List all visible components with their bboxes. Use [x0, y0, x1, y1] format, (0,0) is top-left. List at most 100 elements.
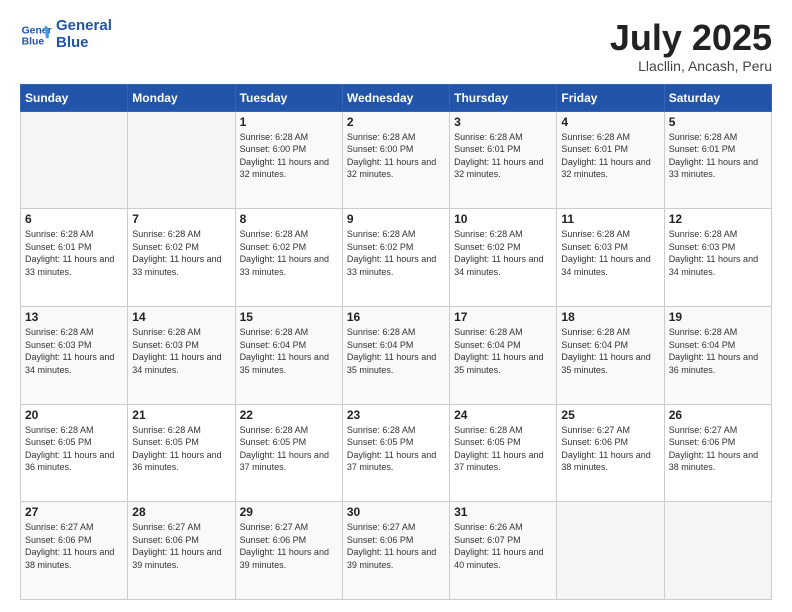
weekday-header-row: SundayMondayTuesdayWednesdayThursdayFrid…	[21, 84, 772, 111]
logo-blue: Blue	[56, 35, 112, 52]
day-number: 7	[132, 212, 230, 226]
day-detail: Sunrise: 6:28 AMSunset: 6:02 PMDaylight:…	[132, 228, 230, 278]
day-detail: Sunrise: 6:28 AMSunset: 6:03 PMDaylight:…	[25, 326, 123, 376]
day-number: 30	[347, 505, 445, 519]
month-title: July 2025	[610, 18, 772, 58]
logo-general: General	[56, 18, 112, 35]
day-number: 2	[347, 115, 445, 129]
day-detail: Sunrise: 6:27 AMSunset: 6:06 PMDaylight:…	[25, 521, 123, 571]
calendar-cell: 23 Sunrise: 6:28 AMSunset: 6:05 PMDayligh…	[342, 404, 449, 502]
calendar-cell: 3Sunrise: 6:28 AMSunset: 6:01 PMDaylight…	[450, 111, 557, 209]
weekday-header-friday: Friday	[557, 84, 664, 111]
day-detail: Sunrise: 6:27 AMSunset: 6:06 PMDaylight:…	[347, 521, 445, 571]
weekday-header-monday: Monday	[128, 84, 235, 111]
day-number: 25	[561, 408, 659, 422]
day-number: 4	[561, 115, 659, 129]
day-number: 1	[240, 115, 338, 129]
calendar-cell	[664, 502, 771, 600]
day-number: 24	[454, 408, 552, 422]
calendar-cell: 24 Sunrise: 6:28 AMSunset: 6:05 PMDayligh…	[450, 404, 557, 502]
logo-icon: General Blue	[20, 19, 52, 51]
calendar-table: SundayMondayTuesdayWednesdayThursdayFrid…	[20, 84, 772, 600]
day-number: 10	[454, 212, 552, 226]
day-detail: Sunrise: 6:28 AMSunset: 6:05 PMDaylight:…	[454, 424, 552, 474]
week-row-1: 1Sunrise: 6:28 AMSunset: 6:00 PMDaylight…	[21, 111, 772, 209]
day-detail: Sunrise: 6:28 AMSunset: 6:01 PMDaylight:…	[454, 131, 552, 181]
week-row-3: 13 Sunrise: 6:28 AMSunset: 6:03 PMDayligh…	[21, 306, 772, 404]
day-detail: Sunrise: 6:28 AMSunset: 6:04 PMDaylight:…	[669, 326, 767, 376]
day-number: 13	[25, 310, 123, 324]
calendar-cell	[128, 111, 235, 209]
day-detail: Sunrise: 6:28 AMSunset: 6:02 PMDaylight:…	[454, 228, 552, 278]
location: Llacllin, Ancash, Peru	[610, 58, 772, 74]
logo: General Blue General Blue	[20, 18, 112, 51]
day-detail: Sunrise: 6:27 AMSunset: 6:06 PMDaylight:…	[669, 424, 767, 474]
day-number: 27	[25, 505, 123, 519]
calendar-cell	[21, 111, 128, 209]
calendar-cell: 31 Sunrise: 6:26 AMSunset: 6:07 PMDayligh…	[450, 502, 557, 600]
day-detail: Sunrise: 6:28 AMSunset: 6:03 PMDaylight:…	[561, 228, 659, 278]
calendar-cell: 14Sunrise: 6:28 AMSunset: 6:03 PMDayligh…	[128, 306, 235, 404]
day-number: 21	[132, 408, 230, 422]
week-row-5: 27 Sunrise: 6:27 AMSunset: 6:06 PMDayligh…	[21, 502, 772, 600]
weekday-header-thursday: Thursday	[450, 84, 557, 111]
calendar-cell: 13 Sunrise: 6:28 AMSunset: 6:03 PMDayligh…	[21, 306, 128, 404]
calendar-cell: 7 Sunrise: 6:28 AMSunset: 6:02 PMDaylight…	[128, 209, 235, 307]
day-detail: Sunrise: 6:28 AMSunset: 6:02 PMDaylight:…	[347, 228, 445, 278]
day-detail: Sunrise: 6:28 AMSunset: 6:02 PMDaylight:…	[240, 228, 338, 278]
calendar-cell: 15Sunrise: 6:28 AMSunset: 6:04 PMDayligh…	[235, 306, 342, 404]
calendar-cell: 2Sunrise: 6:28 AMSunset: 6:00 PMDaylight…	[342, 111, 449, 209]
day-number: 28	[132, 505, 230, 519]
day-detail: Sunrise: 6:27 AMSunset: 6:06 PMDaylight:…	[561, 424, 659, 474]
calendar-cell: 19 Sunrise: 6:28 AMSunset: 6:04 PMDayligh…	[664, 306, 771, 404]
day-number: 31	[454, 505, 552, 519]
calendar-cell: 8 Sunrise: 6:28 AMSunset: 6:02 PMDaylight…	[235, 209, 342, 307]
day-detail: Sunrise: 6:28 AMSunset: 6:01 PMDaylight:…	[25, 228, 123, 278]
calendar-cell: 5Sunrise: 6:28 AMSunset: 6:01 PMDaylight…	[664, 111, 771, 209]
header: General Blue General Blue July 2025 Llac…	[20, 18, 772, 74]
day-detail: Sunrise: 6:28 AMSunset: 6:01 PMDaylight:…	[669, 131, 767, 181]
svg-text:Blue: Blue	[22, 36, 45, 47]
day-detail: Sunrise: 6:28 AMSunset: 6:04 PMDaylight:…	[347, 326, 445, 376]
calendar-cell: 25 Sunrise: 6:27 AMSunset: 6:06 PMDayligh…	[557, 404, 664, 502]
calendar-cell: 11 Sunrise: 6:28 AMSunset: 6:03 PMDayligh…	[557, 209, 664, 307]
day-detail: Sunrise: 6:28 AMSunset: 6:05 PMDaylight:…	[132, 424, 230, 474]
week-row-4: 20 Sunrise: 6:28 AMSunset: 6:05 PMDayligh…	[21, 404, 772, 502]
calendar-cell: 18Sunrise: 6:28 AMSunset: 6:04 PMDayligh…	[557, 306, 664, 404]
title-block: July 2025 Llacllin, Ancash, Peru	[610, 18, 772, 74]
day-detail: Sunrise: 6:27 AMSunset: 6:06 PMDaylight:…	[132, 521, 230, 571]
day-number: 22	[240, 408, 338, 422]
day-detail: Sunrise: 6:27 AMSunset: 6:06 PMDaylight:…	[240, 521, 338, 571]
day-number: 8	[240, 212, 338, 226]
day-number: 26	[669, 408, 767, 422]
day-detail: Sunrise: 6:28 AMSunset: 6:01 PMDaylight:…	[561, 131, 659, 181]
calendar-cell: 28 Sunrise: 6:27 AMSunset: 6:06 PMDayligh…	[128, 502, 235, 600]
calendar-cell: 6 Sunrise: 6:28 AMSunset: 6:01 PMDaylight…	[21, 209, 128, 307]
day-detail: Sunrise: 6:28 AMSunset: 6:03 PMDaylight:…	[669, 228, 767, 278]
day-number: 16	[347, 310, 445, 324]
day-number: 14	[132, 310, 230, 324]
day-number: 6	[25, 212, 123, 226]
calendar-cell	[557, 502, 664, 600]
day-number: 29	[240, 505, 338, 519]
weekday-header-saturday: Saturday	[664, 84, 771, 111]
day-detail: Sunrise: 6:28 AMSunset: 6:04 PMDaylight:…	[240, 326, 338, 376]
day-number: 20	[25, 408, 123, 422]
day-number: 9	[347, 212, 445, 226]
day-number: 17	[454, 310, 552, 324]
day-detail: Sunrise: 6:28 AMSunset: 6:05 PMDaylight:…	[240, 424, 338, 474]
calendar-cell: 9 Sunrise: 6:28 AMSunset: 6:02 PMDaylight…	[342, 209, 449, 307]
page: General Blue General Blue July 2025 Llac…	[0, 0, 792, 612]
calendar-cell: 4 Sunrise: 6:28 AMSunset: 6:01 PMDaylight…	[557, 111, 664, 209]
calendar-cell: 21 Sunrise: 6:28 AMSunset: 6:05 PMDayligh…	[128, 404, 235, 502]
day-number: 11	[561, 212, 659, 226]
day-detail: Sunrise: 6:26 AMSunset: 6:07 PMDaylight:…	[454, 521, 552, 571]
day-detail: Sunrise: 6:28 AMSunset: 6:05 PMDaylight:…	[347, 424, 445, 474]
day-number: 23	[347, 408, 445, 422]
day-number: 19	[669, 310, 767, 324]
week-row-2: 6 Sunrise: 6:28 AMSunset: 6:01 PMDaylight…	[21, 209, 772, 307]
day-number: 18	[561, 310, 659, 324]
calendar-cell: 22 Sunrise: 6:28 AMSunset: 6:05 PMDayligh…	[235, 404, 342, 502]
calendar-cell: 12Sunrise: 6:28 AMSunset: 6:03 PMDayligh…	[664, 209, 771, 307]
weekday-header-wednesday: Wednesday	[342, 84, 449, 111]
